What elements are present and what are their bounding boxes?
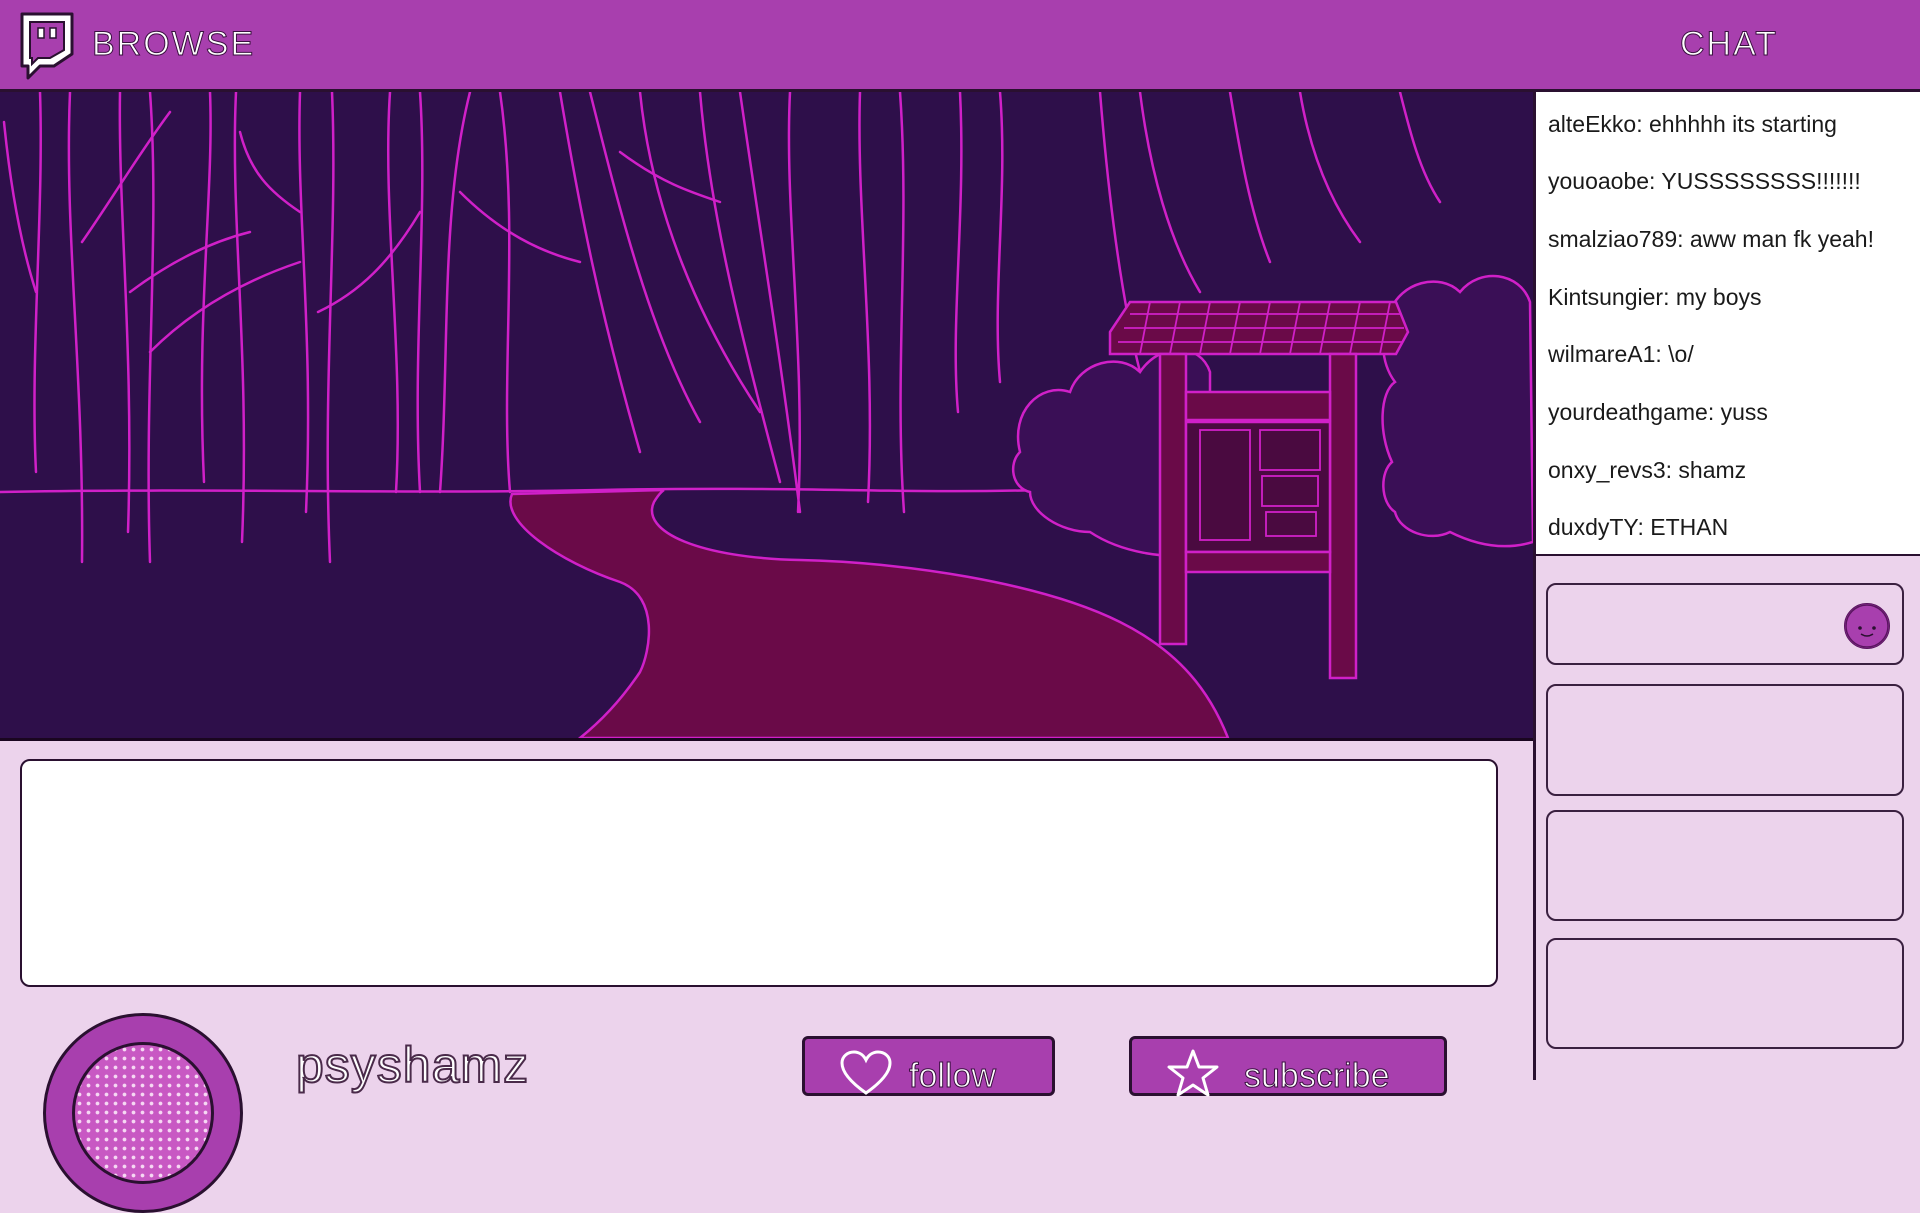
forest-scene-illustration	[0, 92, 1533, 738]
chat-message: duxdyTY: ETHAN	[1548, 514, 1729, 540]
stream-video-player[interactable]	[0, 92, 1533, 741]
side-panel-1[interactable]	[1546, 684, 1904, 796]
subscribe-label: subscribe	[1244, 1057, 1391, 1096]
subscribe-button[interactable]: subscribe	[1129, 1036, 1447, 1097]
chat-message: alteEkko: ehhhhh its starting	[1548, 111, 1837, 137]
top-nav-bar: BROWSE CHAT	[0, 0, 1920, 92]
streamer-name[interactable]: psyshamz	[295, 1036, 529, 1094]
side-panel-2[interactable]	[1546, 810, 1904, 921]
stream-description-box	[20, 759, 1498, 987]
chat-message-list[interactable]: alteEkko: ehhhhh its starting youoaobe: …	[1536, 92, 1920, 556]
side-panel-3[interactable]	[1546, 938, 1904, 1049]
star-icon	[1167, 1049, 1219, 1097]
chat-input-field[interactable]	[1546, 583, 1904, 665]
chat-message: onxy_revs3: shamz	[1548, 457, 1747, 483]
speech-bubble-logo-icon[interactable]	[16, 10, 76, 84]
chat-message: yourdeathgame: yuss	[1548, 399, 1768, 425]
heart-icon	[840, 1050, 892, 1095]
follow-button[interactable]: follow	[802, 1036, 1055, 1096]
chat-message: wilmareA1: \o/	[1548, 341, 1694, 367]
follow-label: follow	[909, 1057, 997, 1096]
chat-heading: CHAT	[1679, 25, 1779, 64]
streamer-avatar[interactable]	[43, 1013, 243, 1213]
avatar-pattern	[72, 1042, 214, 1184]
chat-message: smalziao789: aww man fk yeah!	[1548, 226, 1874, 252]
smiley-emote-icon[interactable]	[1844, 603, 1890, 649]
chat-message: youoaobe: YUSSSSSSSS!!!!!!!	[1548, 168, 1861, 194]
chat-message: Kintsungier: my boys	[1548, 284, 1762, 310]
browse-nav-link[interactable]: BROWSE	[91, 20, 255, 68]
